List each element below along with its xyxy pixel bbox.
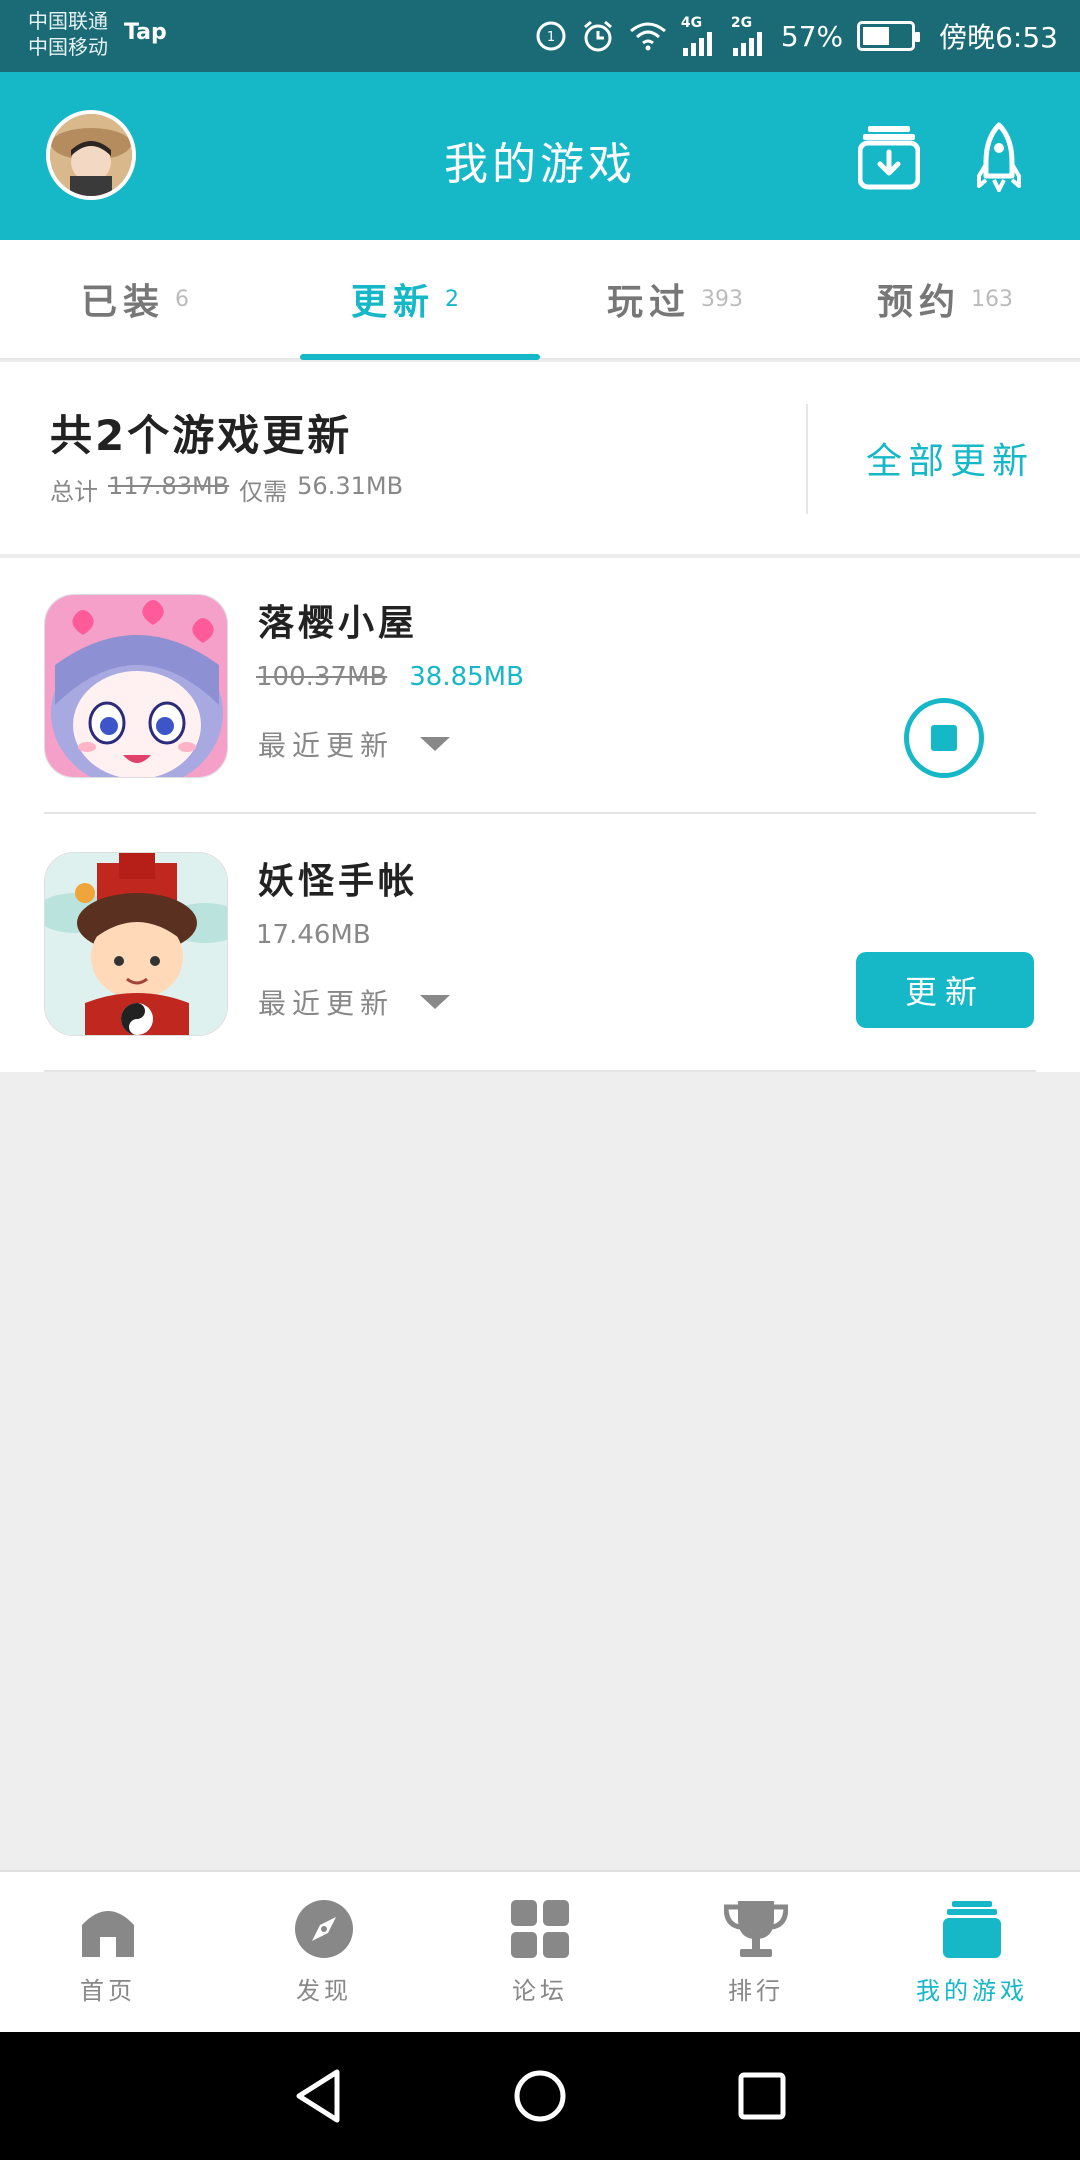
grid-icon	[511, 1899, 569, 1958]
game-size: 17.46MB	[256, 920, 371, 950]
tab-bar: 已装 6 更新 2 玩过 393 预约 163	[0, 240, 1080, 360]
recents-icon[interactable]	[737, 2071, 787, 2121]
status-icons: 1 4G 2G 57% 傍晚6:53	[535, 0, 1058, 72]
wifi-icon	[629, 21, 667, 51]
tab-label: 已装	[80, 282, 165, 323]
tab-label: 玩过	[606, 282, 691, 323]
nav-label: 论坛	[512, 1976, 568, 2005]
tab-played[interactable]: 玩过 393	[540, 240, 810, 358]
back-icon[interactable]	[293, 2068, 343, 2124]
network-2g-label: 2G	[730, 15, 753, 31]
home-button-icon[interactable]	[513, 2069, 567, 2123]
data-saver-icon: 1	[535, 20, 567, 52]
divider	[44, 1070, 1036, 1072]
app-header: 我的游戏	[0, 72, 1080, 240]
tab-installed[interactable]: 已装 6	[0, 240, 270, 358]
nav-discover[interactable]: 发现	[216, 1872, 432, 2032]
download-manager-button[interactable]	[844, 112, 934, 202]
game-name: 妖怪手帐	[258, 861, 419, 902]
signal-2g: 2G	[731, 16, 767, 56]
rocket-button[interactable]	[954, 112, 1044, 202]
status-bar: 中国联通 中国移动 Tap 1 4G 2G 57% 傍晚6:53	[0, 0, 1080, 72]
game-size: 100.37MB 38.85MB	[256, 662, 524, 692]
nav-label: 发现	[296, 1976, 352, 2005]
need-label: 仅需	[239, 478, 288, 506]
rocket-icon	[977, 122, 1021, 192]
nav-forum[interactable]: 论坛	[432, 1872, 648, 2032]
summary-sizes: 总计 117.83MB 仅需 56.31MB	[50, 472, 403, 507]
divider	[806, 404, 808, 514]
tab-count: 2	[445, 286, 459, 312]
total-label: 总计	[50, 478, 98, 506]
bottom-nav: 首页 发现 论坛 排行 我的游戏	[0, 1870, 1080, 2032]
recent-label: 最近更新	[258, 987, 395, 1020]
alarm-icon	[581, 19, 615, 53]
update-button[interactable]: 更新	[856, 952, 1034, 1028]
home-icon	[82, 1910, 134, 1957]
chevron-down-icon	[420, 995, 451, 1009]
new-size: 38.85MB	[409, 662, 524, 692]
stack-icon	[943, 1900, 1001, 1958]
tab-count: 163	[971, 286, 1013, 312]
tab-label: 预约	[876, 282, 961, 323]
need-size: 56.31MB	[297, 472, 404, 500]
clock: 傍晚6:53	[939, 21, 1058, 54]
network-4g-label: 4G	[680, 15, 703, 31]
download-progress-button[interactable]	[904, 698, 984, 778]
game-icon-image	[45, 853, 227, 1035]
nav-home[interactable]: 首页	[0, 1872, 216, 2032]
battery-percent: 57%	[780, 19, 844, 53]
old-size: 100.37MB	[256, 662, 388, 692]
update-all-button[interactable]: 全部更新	[820, 432, 1080, 484]
game-list: 落樱小屋 100.37MB 38.85MB 最近更新 妖怪手帐 17.46MB …	[0, 558, 1080, 1072]
compass-icon	[295, 1899, 353, 1958]
system-nav-bar	[0, 2032, 1080, 2160]
chevron-down-icon	[420, 737, 451, 751]
size: 17.46MB	[256, 920, 371, 950]
signal-4g: 4G	[681, 16, 717, 56]
list-item[interactable]: 落樱小屋 100.37MB 38.85MB 最近更新	[0, 558, 1080, 814]
tab-updates[interactable]: 更新 2	[270, 240, 540, 360]
game-icon-image	[45, 595, 227, 777]
summary-title: 共2个游戏更新	[50, 411, 353, 460]
battery-icon	[857, 21, 921, 51]
nav-my-games[interactable]: 我的游戏	[864, 1872, 1080, 2032]
signal-bars-icon	[732, 32, 762, 56]
recent-update-toggle[interactable]: 最近更新	[258, 724, 451, 764]
battery-fill	[863, 27, 890, 45]
stop-icon	[931, 725, 957, 751]
carrier-2: 中国移动	[28, 35, 108, 59]
recent-update-toggle[interactable]: 最近更新	[258, 982, 451, 1022]
app-badge: Tap	[124, 20, 167, 45]
total-size: 117.83MB	[108, 472, 230, 500]
tab-reserved[interactable]: 预约 163	[810, 240, 1080, 358]
game-name: 落樱小屋	[258, 603, 419, 644]
nav-label: 首页	[80, 1976, 136, 2005]
tab-count: 393	[701, 286, 743, 312]
download-box-icon	[858, 126, 920, 190]
update-summary: 共2个游戏更新 总计 117.83MB 仅需 56.31MB 全部更新	[0, 362, 1080, 554]
svg-text:1: 1	[547, 30, 555, 45]
signal-bars-icon	[682, 32, 712, 56]
nav-ranking[interactable]: 排行	[648, 1872, 864, 2032]
nav-label: 我的游戏	[916, 1976, 1028, 2005]
carrier-1: 中国联通	[28, 9, 108, 33]
game-icon	[44, 594, 228, 778]
game-icon	[44, 852, 228, 1036]
nav-label: 排行	[728, 1976, 784, 2005]
recent-label: 最近更新	[258, 729, 395, 762]
divider	[44, 812, 1036, 814]
list-item[interactable]: 妖怪手帐 17.46MB 最近更新 更新	[0, 816, 1080, 1072]
trophy-icon	[724, 1900, 788, 1957]
carrier-info: 中国联通 中国移动	[28, 8, 108, 60]
tab-label: 更新	[350, 282, 435, 323]
tab-count: 6	[175, 286, 189, 312]
